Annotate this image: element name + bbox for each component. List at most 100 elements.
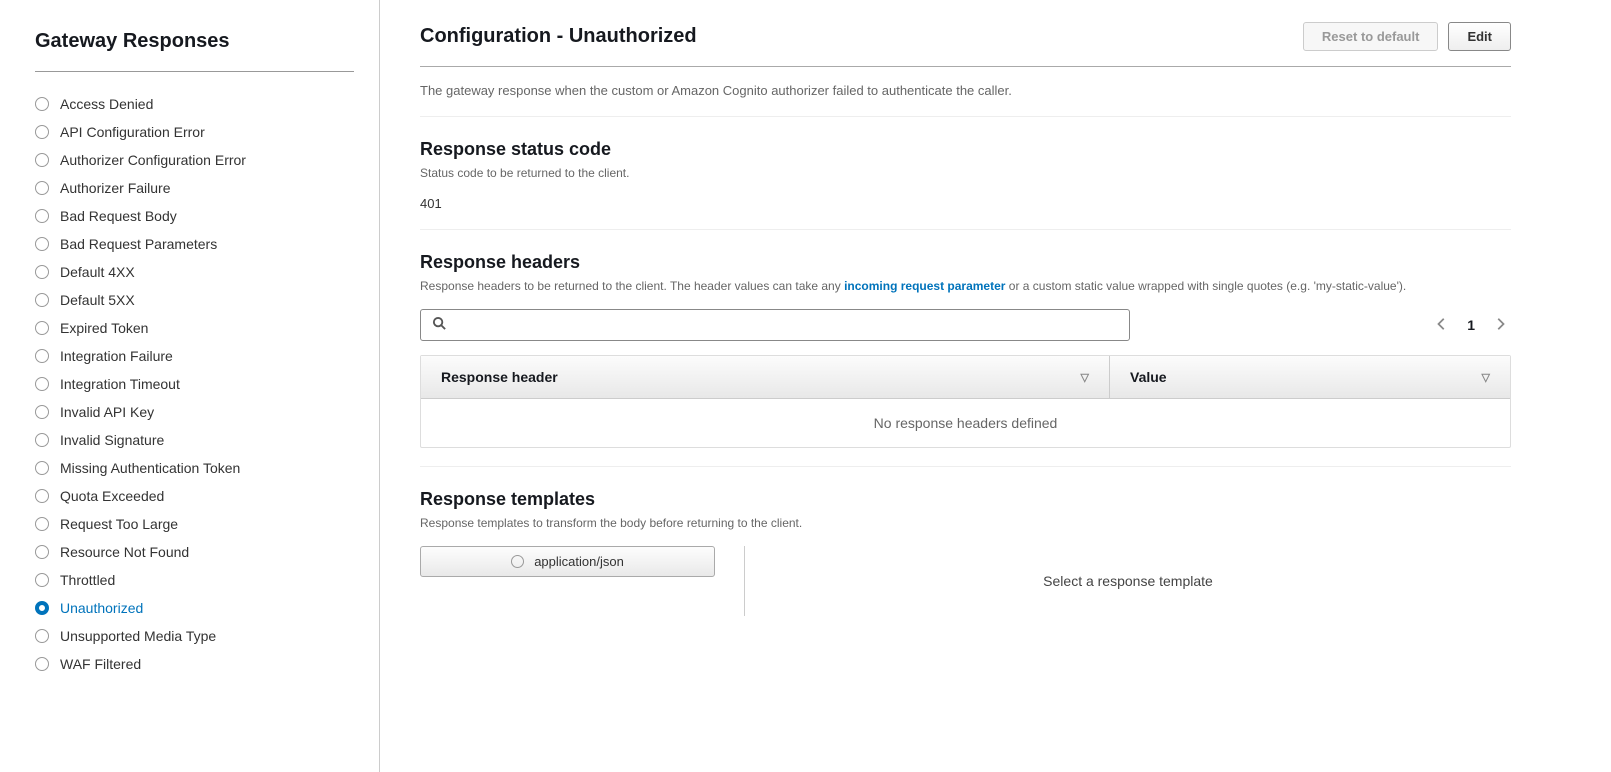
radio-icon <box>35 461 49 475</box>
response-headers-title: Response headers <box>420 252 1511 273</box>
radio-icon <box>35 209 49 223</box>
gateway-responses-list: Access Denied API Configuration Error Auth… <box>35 90 354 678</box>
column-value[interactable]: Value ▽ <box>1110 356 1510 398</box>
header-buttons: Reset to default Edit <box>1303 22 1511 51</box>
sidebar-item-unsupported-media-type[interactable]: Unsupported Media Type <box>35 622 354 650</box>
sidebar-item-quota-exceeded[interactable]: Quota Exceeded <box>35 482 354 510</box>
sidebar-item-default-5xx[interactable]: Default 5XX <box>35 286 354 314</box>
response-templates-sub: Response templates to transform the body… <box>420 516 1511 530</box>
radio-icon <box>35 293 49 307</box>
sidebar-item-api-configuration-error[interactable]: API Configuration Error <box>35 118 354 146</box>
sidebar: Gateway Responses Access Denied API Confi… <box>0 0 380 772</box>
status-code-title: Response status code <box>420 139 1511 160</box>
incoming-request-parameter-link[interactable]: incoming request parameter <box>844 279 1005 293</box>
sidebar-item-label: Invalid API Key <box>60 404 154 420</box>
sidebar-item-bad-request-body[interactable]: Bad Request Body <box>35 202 354 230</box>
sidebar-item-label: Access Denied <box>60 96 153 112</box>
sidebar-item-label: Integration Failure <box>60 348 173 364</box>
status-code-sub: Status code to be returned to the client… <box>420 166 1511 180</box>
template-application-json[interactable]: application/json <box>420 546 715 577</box>
sidebar-item-request-too-large[interactable]: Request Too Large <box>35 510 354 538</box>
headers-table: Response header ▽ Value ▽ No response he… <box>420 355 1511 448</box>
description-text: The gateway response when the custom or … <box>420 67 1511 117</box>
sidebar-item-label: Invalid Signature <box>60 432 164 448</box>
radio-icon <box>35 321 49 335</box>
sidebar-item-default-4xx[interactable]: Default 4XX <box>35 258 354 286</box>
sidebar-item-missing-authentication-token[interactable]: Missing Authentication Token <box>35 454 354 482</box>
radio-icon <box>35 97 49 111</box>
pager: 1 <box>1431 313 1511 338</box>
sidebar-item-bad-request-parameters[interactable]: Bad Request Parameters <box>35 230 354 258</box>
sidebar-item-invalid-api-key[interactable]: Invalid API Key <box>35 398 354 426</box>
sidebar-item-label: Expired Token <box>60 320 148 336</box>
radio-icon <box>35 237 49 251</box>
response-templates-section: Response templates Response templates to… <box>420 467 1511 634</box>
edit-button[interactable]: Edit <box>1448 22 1511 51</box>
radio-icon <box>511 555 524 568</box>
radio-icon <box>35 489 49 503</box>
main-content: Configuration - Unauthorized Reset to de… <box>380 0 1611 772</box>
template-placeholder: Select a response template <box>745 546 1511 616</box>
radio-icon <box>35 153 49 167</box>
sidebar-item-resource-not-found[interactable]: Resource Not Found <box>35 538 354 566</box>
sidebar-item-integration-failure[interactable]: Integration Failure <box>35 342 354 370</box>
sidebar-item-label: Throttled <box>60 572 115 588</box>
sidebar-item-label: Default 5XX <box>60 292 135 308</box>
sidebar-item-expired-token[interactable]: Expired Token <box>35 314 354 342</box>
sidebar-item-unauthorized[interactable]: Unauthorized <box>35 594 354 622</box>
headers-sub-pre: Response headers to be returned to the c… <box>420 279 844 293</box>
sidebar-item-throttled[interactable]: Throttled <box>35 566 354 594</box>
chevron-left-icon <box>1435 317 1449 331</box>
sidebar-item-label: Unauthorized <box>60 600 143 616</box>
sidebar-item-label: Bad Request Body <box>60 208 177 224</box>
reset-to-default-button[interactable]: Reset to default <box>1303 22 1439 51</box>
sidebar-item-label: Authorizer Failure <box>60 180 171 196</box>
search-icon <box>432 316 447 334</box>
response-headers-sub: Response headers to be returned to the c… <box>420 279 1511 293</box>
sidebar-item-label: Quota Exceeded <box>60 488 164 504</box>
sidebar-item-label: Authorizer Configuration Error <box>60 152 246 168</box>
status-code-section: Response status code Status code to be r… <box>420 117 1511 230</box>
sidebar-item-integration-timeout[interactable]: Integration Timeout <box>35 370 354 398</box>
sidebar-item-invalid-signature[interactable]: Invalid Signature <box>35 426 354 454</box>
sidebar-item-label: API Configuration Error <box>60 124 205 140</box>
sidebar-item-label: Bad Request Parameters <box>60 236 217 252</box>
response-headers-section: Response headers Response headers to be … <box>420 230 1511 467</box>
radio-icon <box>35 349 49 363</box>
table-empty-message: No response headers defined <box>421 399 1510 447</box>
radio-icon <box>35 657 49 671</box>
template-pill-label: application/json <box>534 554 624 569</box>
col-header-label: Response header <box>441 369 558 385</box>
radio-icon <box>35 629 49 643</box>
sidebar-item-waf-filtered[interactable]: WAF Filtered <box>35 650 354 678</box>
search-row: 1 <box>420 309 1511 341</box>
radio-icon <box>35 517 49 531</box>
pager-current-page: 1 <box>1467 317 1475 333</box>
response-templates-title: Response templates <box>420 489 1511 510</box>
sidebar-item-label: Missing Authentication Token <box>60 460 240 476</box>
pager-next-button[interactable] <box>1489 313 1511 338</box>
radio-icon <box>35 601 49 615</box>
templates-row: application/json Select a response templ… <box>420 546 1511 616</box>
table-header: Response header ▽ Value ▽ <box>421 356 1510 399</box>
radio-icon <box>35 377 49 391</box>
sidebar-title: Gateway Responses <box>35 30 354 72</box>
radio-icon <box>35 573 49 587</box>
radio-icon <box>35 181 49 195</box>
sidebar-item-authorizer-configuration-error[interactable]: Authorizer Configuration Error <box>35 146 354 174</box>
search-input[interactable] <box>420 309 1130 341</box>
search-box <box>420 309 1130 341</box>
sidebar-item-label: Unsupported Media Type <box>60 628 216 644</box>
sidebar-item-label: Request Too Large <box>60 516 178 532</box>
sort-icon: ▽ <box>1081 371 1089 384</box>
sidebar-item-authorizer-failure[interactable]: Authorizer Failure <box>35 174 354 202</box>
sidebar-item-label: Resource Not Found <box>60 544 189 560</box>
radio-icon <box>35 545 49 559</box>
page-title: Configuration - Unauthorized <box>420 25 697 48</box>
sidebar-item-access-denied[interactable]: Access Denied <box>35 90 354 118</box>
pager-prev-button[interactable] <box>1431 313 1453 338</box>
chevron-right-icon <box>1493 317 1507 331</box>
headers-sub-post: or a custom static value wrapped with si… <box>1005 279 1406 293</box>
radio-icon <box>35 125 49 139</box>
column-response-header[interactable]: Response header ▽ <box>421 356 1110 398</box>
